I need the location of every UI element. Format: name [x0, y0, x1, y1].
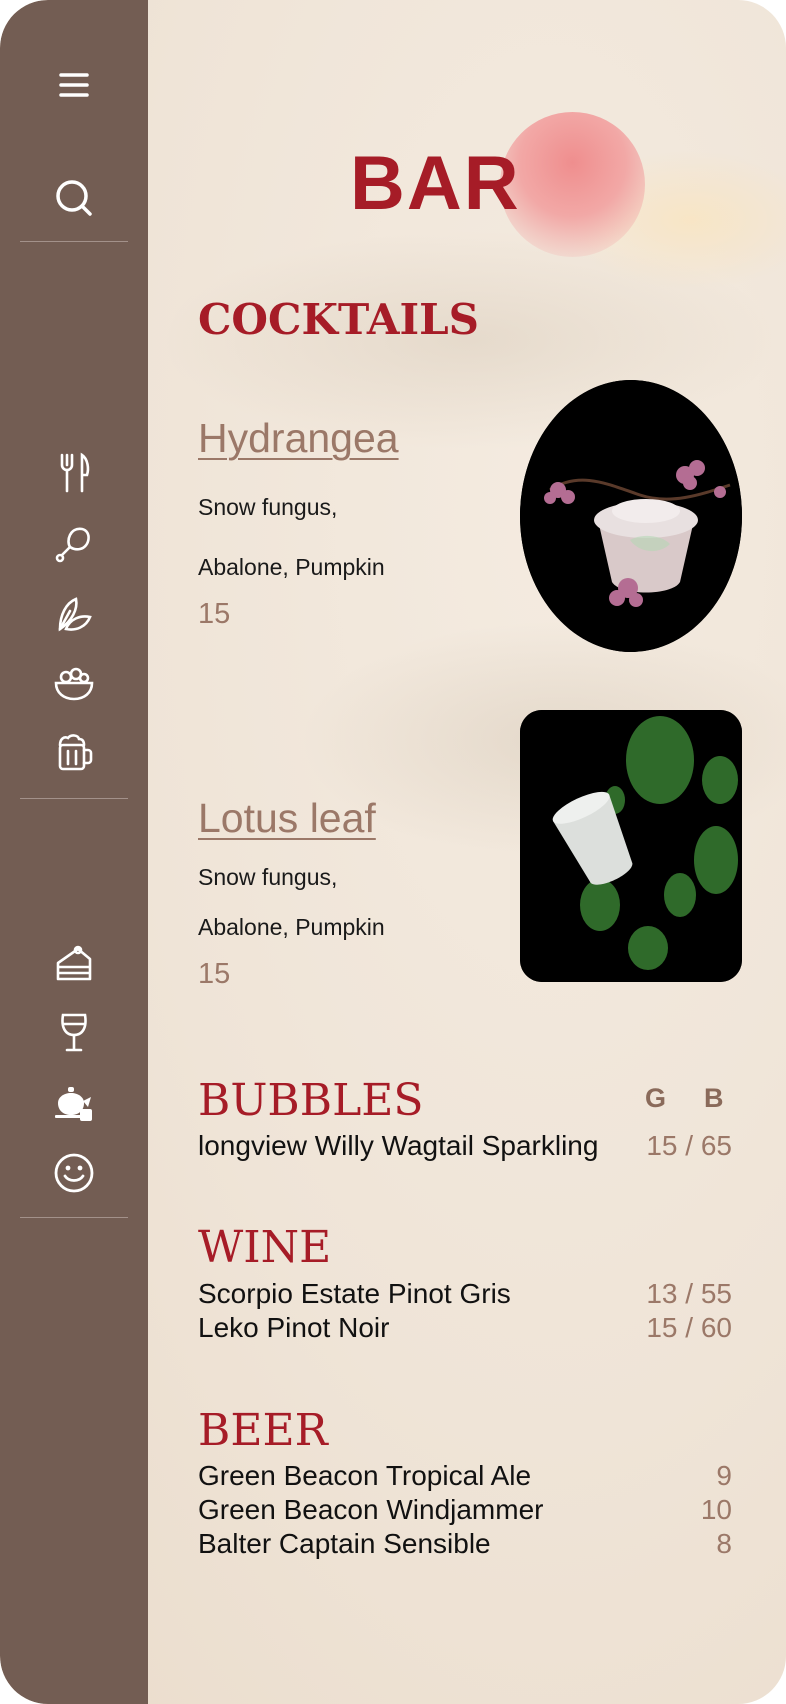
beer-mug-icon	[58, 734, 93, 771]
cocktail-desc: Snow fungus,	[198, 864, 338, 890]
sidebar-divider	[20, 1217, 128, 1218]
cocktail-price: 15	[198, 958, 231, 990]
red-sun-decoration	[500, 112, 645, 257]
item-name: Green Beacon Tropical Ale	[198, 1460, 532, 1491]
sidebar-item-tea[interactable]	[44, 1075, 104, 1131]
cocktail-price: 15	[198, 598, 231, 630]
hydrangea-photo	[520, 380, 742, 652]
sidebar-divider	[20, 241, 128, 242]
list-item: Green Beacon Windjammer 10	[198, 1494, 732, 1526]
teapot-icon	[55, 1087, 92, 1121]
item-price: 10	[700, 1494, 732, 1525]
search-button[interactable]	[44, 170, 104, 226]
item-name: Green Beacon Windjammer	[198, 1494, 544, 1525]
list-item: Scorpio Estate Pinot Gris 13 / 55	[198, 1278, 732, 1310]
menu-icon	[59, 73, 89, 97]
leaf-icon	[58, 597, 92, 632]
sidebar-item-mains[interactable]	[44, 445, 104, 501]
sidebar	[0, 0, 148, 1704]
item-price: 8	[716, 1528, 732, 1559]
sidebar-divider	[20, 798, 128, 799]
sidebar-item-wine[interactable]	[44, 1005, 104, 1061]
sidebar-item-bowls[interactable]	[44, 655, 104, 711]
lotus-leaf-image	[520, 710, 742, 982]
item-price: 15 / 65	[646, 1130, 732, 1161]
cocktails-heading: COCKTAILS	[198, 295, 479, 344]
item-name: Leko Pinot Noir	[198, 1312, 390, 1343]
list-item: longview Willy Wagtail Sparkling 15 / 65	[198, 1130, 732, 1162]
sidebar-item-vegetarian[interactable]	[44, 585, 104, 641]
sidebar-item-beer[interactable]	[44, 725, 104, 781]
item-price: 9	[716, 1460, 732, 1491]
menu-button[interactable]	[44, 57, 104, 113]
bottle-column-header: B	[704, 1083, 724, 1113]
item-price: 15 / 60	[646, 1312, 732, 1343]
cocktail-name-hydrangea[interactable]: Hydrangea	[198, 415, 399, 462]
fork-knife-icon	[60, 452, 90, 493]
item-name: longview Willy Wagtail Sparkling	[198, 1130, 599, 1161]
item-name: Balter Captain Sensible	[198, 1528, 491, 1559]
sidebar-item-kids[interactable]	[44, 1145, 104, 1201]
page-title: BAR	[350, 141, 521, 226]
item-name: Scorpio Estate Pinot Gris	[198, 1278, 511, 1309]
wine-heading: WINE	[198, 1222, 332, 1273]
bowl-icon	[54, 667, 94, 701]
glass-column-header: G	[645, 1083, 667, 1113]
sidebar-item-desserts[interactable]	[44, 935, 104, 991]
cocktail-desc: Snow fungus,	[198, 494, 338, 520]
search-icon	[56, 180, 92, 216]
lotus-leaf-photo	[520, 710, 742, 982]
cocktail-desc: Abalone, Pumpkin	[198, 554, 385, 580]
list-item: Green Beacon Tropical Ale 9	[198, 1460, 732, 1492]
smiley-icon	[54, 1153, 94, 1193]
item-price: 13 / 55	[646, 1278, 732, 1309]
list-item: Balter Captain Sensible 8	[198, 1528, 732, 1560]
drumstick-icon	[55, 527, 90, 563]
list-item: Leko Pinot Noir 15 / 60	[198, 1312, 732, 1344]
app-frame: BAR COCKTAILS Hydrangea Snow fungus, Aba…	[0, 0, 786, 1704]
cocktail-desc: Abalone, Pumpkin	[198, 914, 385, 940]
bubbles-heading: BUBBLES	[198, 1075, 424, 1126]
cake-icon	[56, 945, 92, 981]
beer-heading: BEER	[198, 1405, 328, 1456]
cocktail-name-lotus-leaf[interactable]: Lotus leaf	[198, 795, 376, 842]
hydrangea-image	[520, 380, 742, 652]
wine-glass-icon	[61, 1013, 87, 1052]
sidebar-item-poultry[interactable]	[44, 515, 104, 571]
